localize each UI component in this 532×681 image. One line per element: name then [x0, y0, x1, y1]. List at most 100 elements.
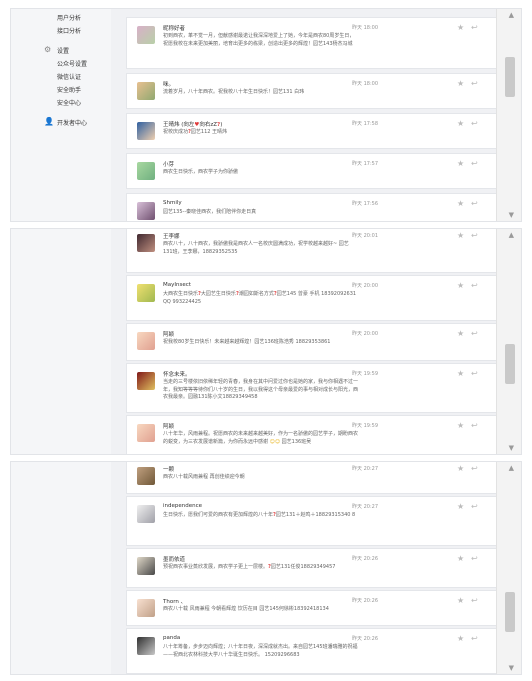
smile-emoji: ☺☺: [269, 438, 281, 445]
sidebar-item-user-analysis[interactable]: 用户分析: [57, 13, 81, 22]
reply-icon[interactable]: ↩: [471, 119, 478, 128]
message-card: 小芽 西农生日快乐，西农学子为你骄傲 昨天 17:57 ★ ↩: [126, 153, 500, 189]
sidebar-item-wechat-verify[interactable]: 微信认证: [57, 72, 81, 81]
scroll-up-icon[interactable]: ▲: [509, 464, 514, 472]
reply-icon[interactable]: ↩: [471, 596, 478, 605]
reply-icon[interactable]: ↩: [471, 554, 478, 563]
reply-icon[interactable]: ↩: [471, 23, 478, 32]
message-list: 昵称好者 初到西农，革不觉一月，但献感谢最诺让我深深地爱上了她，今年是西农80周…: [111, 9, 500, 221]
message-time: 昨天 17:57: [352, 161, 378, 167]
star-icon[interactable]: ★: [457, 369, 464, 378]
reply-icon[interactable]: ↩: [471, 329, 478, 338]
sender-name[interactable]: 阿颖: [163, 422, 174, 430]
reply-icon[interactable]: ↩: [471, 421, 478, 430]
reply-icon[interactable]: ↩: [471, 231, 478, 240]
sender-name[interactable]: Shmily: [163, 200, 182, 206]
message-text: 祝我校80岁生日快乐！未来越来越辉煌！园艺136班陈浩秀 18829353861: [163, 339, 331, 345]
sender-name[interactable]: 阿颖: [163, 330, 174, 338]
sender-name[interactable]: Thorn 、: [163, 597, 186, 605]
reply-icon[interactable]: ↩: [471, 502, 478, 511]
scrollbar[interactable]: ▲ ▼: [496, 462, 521, 674]
star-icon[interactable]: ★: [457, 502, 464, 511]
avatar: [137, 557, 155, 575]
message-time: 昨天 20:00: [352, 331, 378, 337]
message-text: 八十年筹备，步步迈向辉煌；八十年日夜，深深成就杰出。来自园艺145班潘瑞雅的祝福…: [163, 644, 358, 658]
sender-name[interactable]: 墨而依道: [163, 555, 185, 563]
sidebar-item-api-analysis[interactable]: 接口分析: [57, 26, 81, 35]
message-time: 昨天 18:00: [352, 25, 378, 31]
sidebar: 用户分析 接口分析 ⚙ 设置 公众号设置 微信认证 安全助手 安全中心 👤 开发者中…: [11, 9, 112, 221]
star-icon[interactable]: ★: [457, 464, 464, 473]
scroll-up-icon[interactable]: ▲: [509, 11, 514, 19]
star-icon[interactable]: ★: [457, 329, 464, 338]
sender-name[interactable]: MayInsect: [163, 282, 191, 288]
reply-icon[interactable]: ↩: [471, 199, 478, 208]
sender-name[interactable]: 王晴炜 (向左♥向右zZ?): [163, 120, 222, 128]
star-icon[interactable]: ★: [457, 119, 464, 128]
message-time: 昨天 20:26: [352, 556, 378, 562]
sender-name[interactable]: panda: [163, 635, 180, 641]
reply-icon[interactable]: ↩: [471, 159, 478, 168]
message-card: Shmily 园艺135--秦晓佳西农，我们陪伴你走日真 昨天 17:56 ★ …: [126, 193, 500, 221]
message-card: 阿颖 祝我校80岁生日快乐！未来越来越辉煌！园艺136班陈浩秀 18829353…: [126, 323, 500, 361]
reply-icon[interactable]: ↩: [471, 464, 478, 473]
scrollbar[interactable]: ▲ ▼: [496, 229, 521, 454]
scroll-down-icon[interactable]: ▼: [509, 444, 514, 452]
star-icon[interactable]: ★: [457, 199, 464, 208]
message-list: 王李娜 西农八十，八十西农，我骄傲我是西农人一名校庆圆满成功，祝学校越来越好~ …: [111, 229, 500, 454]
reply-icon[interactable]: ↩: [471, 79, 478, 88]
reply-icon[interactable]: ↩: [471, 281, 478, 290]
scrollbar-thumb[interactable]: [505, 592, 515, 632]
message-card: 咪。 流着岁月，八十年西农。祝我校八十年生日快乐！园艺131 白玮 昨天 18:…: [126, 73, 500, 109]
star-icon[interactable]: ★: [457, 554, 464, 563]
star-icon[interactable]: ★: [457, 634, 464, 643]
sender-name[interactable]: 咪。: [163, 80, 174, 88]
message-card: 阿颖 八十年华，风雨兼程。祝愿西农的未来越来越美好，作为一名骄傲的园艺学子，期盼…: [126, 415, 500, 454]
message-text: 初到西农，革不觉一月，但献感谢最诺让我深深地爱上了她，今年是西农80周岁生日，祝…: [163, 33, 355, 47]
reply-icon[interactable]: ↩: [471, 634, 478, 643]
star-icon[interactable]: ★: [457, 231, 464, 240]
scrollbar[interactable]: ▲ ▼: [496, 9, 521, 221]
star-icon[interactable]: ★: [457, 421, 464, 430]
sidebar: [11, 229, 112, 454]
avatar: [137, 467, 155, 485]
message-card: 昵称好者 初到西农，革不觉一月，但献感谢最诺让我深深地爱上了她，今年是西农80周…: [126, 17, 500, 69]
scroll-up-icon[interactable]: ▲: [509, 231, 514, 239]
sender-name[interactable]: independence: [163, 503, 202, 509]
scrollbar-thumb[interactable]: [505, 57, 515, 97]
screenshot-panel-2: 王李娜 西农八十，八十西农，我骄傲我是西农人一名校庆圆满成功，祝学校越来越好~ …: [10, 228, 522, 455]
message-card: 一颗 西农八十载风雨兼程 再创佳绩迎今朝 昨天 20:27 ★ ↩: [126, 462, 500, 494]
message-text: 八十年华，风雨兼程。祝愿西农的未来越来越美好，作为一名骄傲的园艺学子，期盼西农的…: [163, 431, 359, 445]
sidebar-item-account-settings[interactable]: 公众号设置: [57, 59, 87, 68]
avatar: [137, 332, 155, 350]
sidebar: [11, 462, 112, 674]
message-text: 西农八十载风雨兼程 再创佳绩迎今朝: [163, 474, 245, 480]
sender-name[interactable]: 小芽: [163, 160, 174, 168]
message-card: 怀念未来。 当走的三号楼依旧依稀年轻的青春，我身在其中问爱过你也是她的家，我与你…: [126, 363, 500, 413]
sidebar-section-developer[interactable]: 👤 开发者中心: [44, 117, 87, 127]
scroll-down-icon[interactable]: ▼: [509, 211, 514, 219]
message-text: 西农八十载 风雨兼程 今朝看辉煌 饮历在目 园艺145何徐彬1839241813…: [163, 606, 329, 612]
avatar: [137, 122, 155, 140]
avatar: [137, 284, 155, 302]
message-card: 墨而依道 预祝西农事业蒸欣发展，西农学子更上一层楼。?园艺131任俊188293…: [126, 548, 500, 588]
star-icon[interactable]: ★: [457, 23, 464, 32]
screenshot-panel-1: 用户分析 接口分析 ⚙ 设置 公众号设置 微信认证 安全助手 安全中心 👤 开发者中…: [10, 8, 522, 222]
reply-icon[interactable]: ↩: [471, 369, 478, 378]
star-icon[interactable]: ★: [457, 159, 464, 168]
star-icon[interactable]: ★: [457, 281, 464, 290]
star-icon[interactable]: ★: [457, 596, 464, 605]
sender-name[interactable]: 昵称好者: [163, 24, 185, 32]
message-time: 昨天 18:00: [352, 81, 378, 87]
sender-name[interactable]: 怀念未来。: [163, 370, 191, 378]
sender-name[interactable]: 王李娜: [163, 232, 180, 240]
message-text: 生日快乐，愿我们可爱的西农有更加辉煌的八十年?园艺131＋赵鸣＋18829315…: [163, 512, 356, 518]
sidebar-section-settings[interactable]: ⚙ 设置: [44, 45, 69, 55]
sender-name[interactable]: 一颗: [163, 465, 174, 473]
star-icon[interactable]: ★: [457, 79, 464, 88]
scrollbar-thumb[interactable]: [505, 344, 515, 384]
scroll-down-icon[interactable]: ▼: [509, 664, 514, 672]
sidebar-item-security-center[interactable]: 安全中心: [57, 98, 81, 107]
avatar: [137, 599, 155, 617]
sidebar-item-security-assistant[interactable]: 安全助手: [57, 85, 81, 94]
